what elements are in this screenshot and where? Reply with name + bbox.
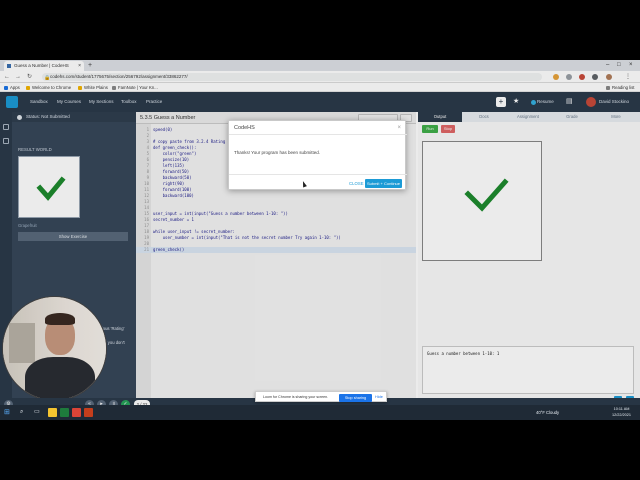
screen: Guess a Number | CodeHS × + – □ × ← → ↻ … (0, 60, 640, 420)
system-clock[interactable]: 10:11 AM 12/22/2021 (612, 407, 631, 418)
file-explorer-icon[interactable] (48, 408, 57, 417)
screen-share-bar: Loom for Chrome is sharing your screen. … (255, 391, 387, 402)
weather-widget[interactable]: 40°F Cloudy (536, 405, 559, 420)
submission-dialog: CodeHS × Thanks! Your program has been s… (228, 120, 407, 191)
powerpoint-icon[interactable] (84, 408, 93, 417)
windows-taskbar: ⊞ ⌕ ▭ 40°F Cloudy 10:11 AM 12/22/2021 (0, 405, 640, 420)
close-button[interactable]: CLOSE (349, 179, 364, 188)
dialog-close-icon[interactable]: × (397, 121, 401, 135)
excel-icon[interactable] (60, 408, 69, 417)
submit-continue-button[interactable]: Submit + Continue (365, 179, 402, 188)
windows-start-icon[interactable]: ⊞ (4, 405, 10, 420)
stop-sharing-button[interactable]: Stop sharing (339, 393, 372, 402)
dialog-footer: CLOSE Submit + Continue (229, 174, 407, 191)
task-view-icon[interactable]: ▭ (34, 405, 40, 420)
chrome-icon[interactable] (72, 408, 81, 417)
search-icon[interactable]: ⌕ (20, 405, 23, 420)
share-message: Loom for Chrome is sharing your screen. (263, 395, 329, 399)
modal-backdrop (0, 60, 640, 420)
dialog-title: CodeHS (229, 121, 407, 135)
video-letterbox-bottom (0, 420, 640, 480)
hide-button[interactable]: Hide (375, 392, 383, 403)
video-letterbox-top (0, 0, 640, 60)
dialog-message: Thanks! Your program has been submitted. (234, 150, 321, 155)
